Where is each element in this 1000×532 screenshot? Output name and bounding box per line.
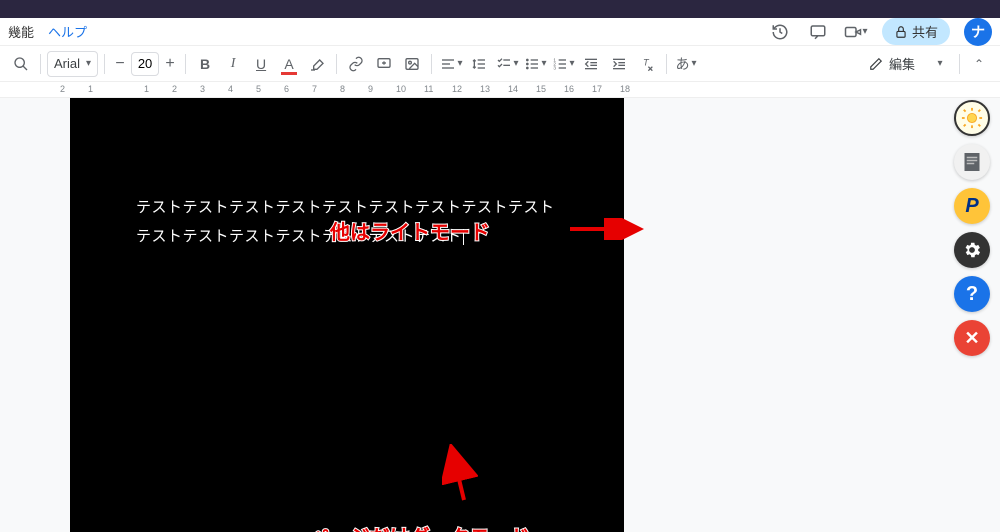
ruler-tick: 16	[564, 84, 574, 94]
ruler-tick: 6	[284, 84, 289, 94]
ruler-tick: 1	[88, 84, 93, 94]
align-button[interactable]: ▾	[438, 51, 464, 77]
link-button[interactable]	[343, 51, 369, 77]
share-button[interactable]: 共有	[882, 18, 950, 45]
ruler-tick: 7	[312, 84, 317, 94]
bullet-list-button[interactable]: ▾	[522, 51, 548, 77]
sun-icon[interactable]	[954, 100, 990, 136]
page-icon[interactable]	[954, 144, 990, 180]
share-label: 共有	[912, 22, 938, 41]
ruler-tick: 1	[144, 84, 149, 94]
video-icon[interactable]: ▾	[844, 20, 868, 44]
ruler-tick: 13	[480, 84, 490, 94]
search-icon[interactable]	[8, 51, 34, 77]
underline-button[interactable]: U	[248, 51, 274, 77]
clear-format-button[interactable]: T	[634, 51, 660, 77]
indent-decrease-button[interactable]	[578, 51, 604, 77]
ruler-tick: 8	[340, 84, 345, 94]
highlight-button[interactable]	[304, 51, 330, 77]
text-color-button[interactable]: A	[276, 51, 302, 77]
svg-text:3: 3	[553, 65, 556, 70]
ruler-tick: 12	[452, 84, 462, 94]
edit-mode-dropdown[interactable]: ▾	[927, 51, 953, 77]
edit-mode-button[interactable]: 編集	[859, 51, 925, 77]
ruler-tick: 11	[424, 84, 433, 94]
ruler-tick: 3	[200, 84, 205, 94]
font-name: Arial	[54, 56, 80, 71]
document-page[interactable]: テストテストテストテストテストテストテストテストテストテストテストテストテストテ…	[70, 98, 624, 532]
ruler-tick: 18	[620, 84, 630, 94]
indent-increase-button[interactable]	[606, 51, 632, 77]
menu-functions[interactable]: 幾能	[8, 22, 34, 41]
gear-icon[interactable]	[954, 232, 990, 268]
help-icon[interactable]: ?	[954, 276, 990, 312]
edit-mode-label: 編集	[889, 54, 915, 73]
font-size-input[interactable]	[131, 52, 159, 76]
ruler-tick: 2	[172, 84, 177, 94]
paypal-icon[interactable]: P	[954, 188, 990, 224]
ruler-tick: 10	[396, 84, 406, 94]
ruler-tick: 9	[368, 84, 373, 94]
insert-image-button[interactable]	[399, 51, 425, 77]
history-icon[interactable]	[768, 20, 792, 44]
ruler-tick: 4	[228, 84, 233, 94]
ruler-tick: 17	[592, 84, 602, 94]
input-mode-button[interactable]: あ ▾	[673, 51, 699, 77]
collapse-toolbar-button[interactable]: ⌃	[966, 51, 992, 77]
comment-icon[interactable]	[806, 20, 830, 44]
line-spacing-button[interactable]	[466, 51, 492, 77]
svg-text:T: T	[643, 57, 650, 67]
ruler-tick: 14	[508, 84, 518, 94]
font-size-plus[interactable]: +	[161, 52, 179, 76]
ruler-tick: 2	[60, 84, 65, 94]
avatar[interactable]: ナ	[964, 18, 992, 46]
menu-help[interactable]: ヘルプ	[48, 22, 87, 41]
ruler-tick: 5	[256, 84, 261, 94]
close-icon[interactable]: ✕	[954, 320, 990, 356]
numbered-list-button[interactable]: 123 ▾	[550, 51, 576, 77]
font-size-minus[interactable]: −	[111, 52, 129, 76]
ruler-tick: 15	[536, 84, 546, 94]
font-selector[interactable]: Arial ▾	[47, 51, 98, 77]
document-text[interactable]: テストテストテストテストテストテストテストテストテストテストテストテストテストテ…	[136, 194, 558, 251]
add-comment-button[interactable]	[371, 51, 397, 77]
italic-button[interactable]: I	[220, 51, 246, 77]
bold-button[interactable]: B	[192, 51, 218, 77]
checklist-button[interactable]: ▾	[494, 51, 520, 77]
ruler: 21123456789101112131415161718	[0, 82, 1000, 98]
